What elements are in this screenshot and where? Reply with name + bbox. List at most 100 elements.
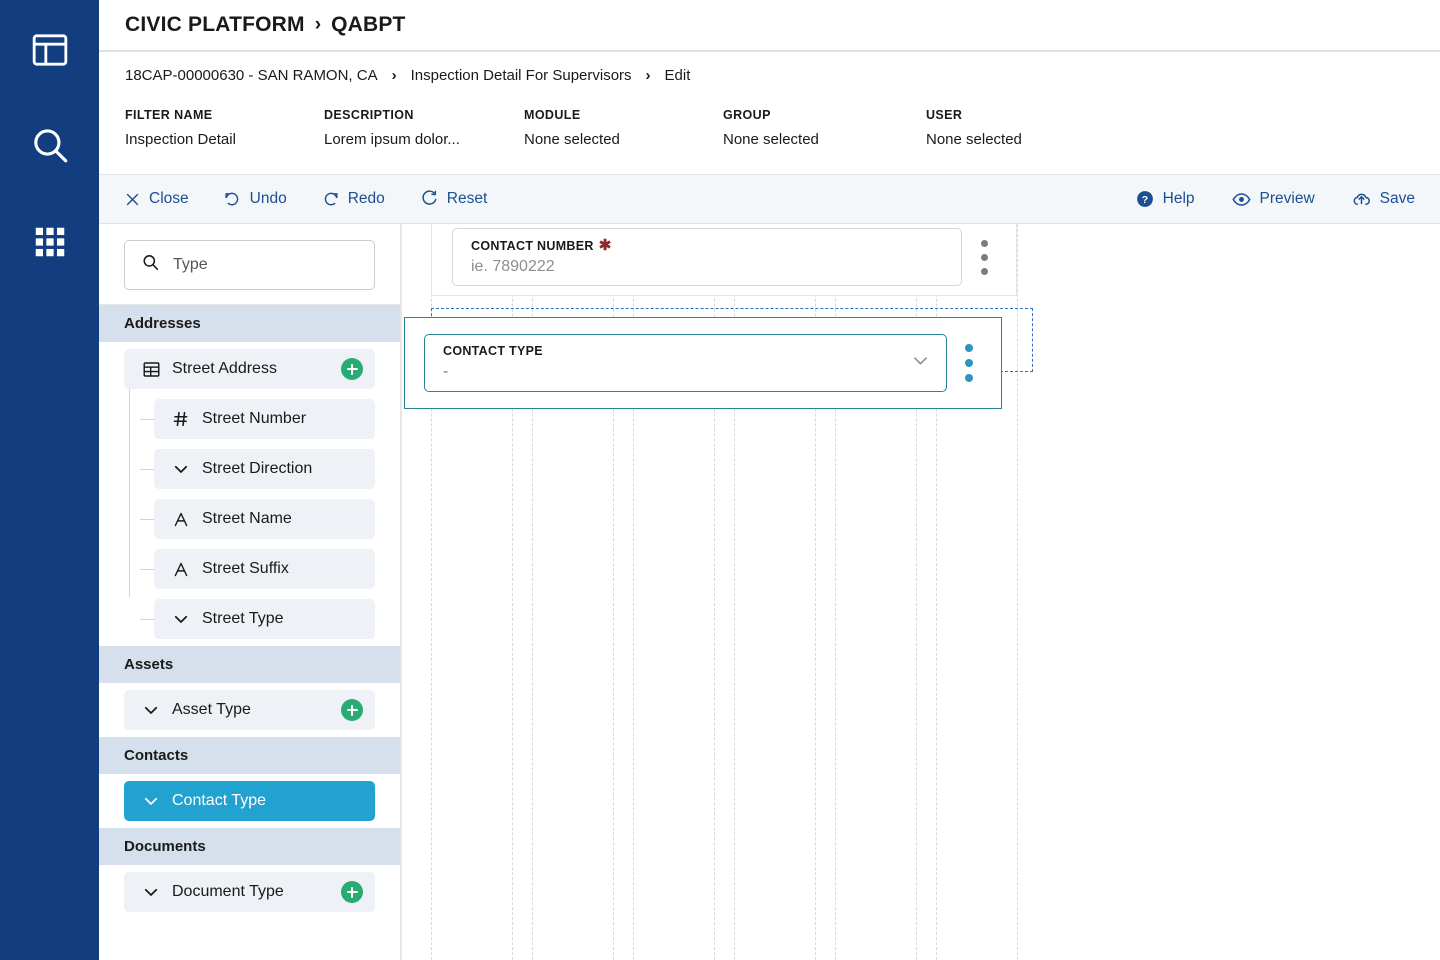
text-a-icon	[170, 510, 192, 529]
reset-button[interactable]: Reset	[420, 190, 488, 208]
grid-line	[1017, 224, 1018, 960]
tree-connector-line	[140, 569, 154, 570]
help-circle-icon: ?	[1136, 190, 1154, 208]
meta-label: DESCRIPTION	[324, 108, 414, 122]
kebab-menu-icon[interactable]	[947, 344, 991, 382]
app-name: CIVIC PLATFORM	[125, 13, 305, 36]
hash-icon	[170, 410, 192, 428]
palette-section-addresses: Street Address Street Number Street Dire…	[99, 342, 400, 646]
contact-number-input-wrap[interactable]: CONTACT NUMBER ✱ ie. 7890222	[452, 228, 962, 286]
chevron-down-icon	[140, 883, 162, 901]
breadcrumb-separator-icon: ›	[391, 66, 397, 84]
dashboard-icon[interactable]	[27, 27, 73, 73]
add-field-button[interactable]	[341, 699, 363, 721]
app-title-bar: CIVIC PLATFORM › QABPT	[99, 0, 1440, 52]
meta-group: GROUP None selected	[723, 108, 926, 148]
chevron-down-icon	[140, 792, 162, 810]
palette-item-street-name[interactable]: Street Name	[140, 499, 375, 539]
palette-item-street-number[interactable]: Street Number	[140, 399, 375, 439]
palette-item-street-suffix[interactable]: Street Suffix	[140, 549, 375, 589]
tenant-name: QABPT	[331, 13, 406, 36]
toolbar-right-group: ? Help Preview Save	[1136, 190, 1415, 209]
meta-label: FILTER NAME	[125, 108, 213, 122]
contact-number-placeholder: ie. 7890222	[471, 258, 555, 275]
breadcrumb-item-record[interactable]: 18CAP-00000630 - SAN RAMON, CA	[125, 67, 378, 84]
meta-label: MODULE	[524, 108, 581, 122]
field-palette-panel: Addresses	[99, 224, 402, 960]
search-input[interactable]	[173, 256, 380, 274]
palette-item-contact-type[interactable]: Contact Type	[124, 781, 375, 821]
palette-item-street-direction[interactable]: Street Direction	[140, 449, 375, 489]
redo-icon	[322, 191, 339, 208]
chevron-down-icon[interactable]	[911, 351, 930, 375]
breadcrumb-item-edit: Edit	[664, 66, 691, 84]
palette-item-label: Street Suffix	[202, 560, 289, 577]
palette-section-assets: Asset Type	[99, 683, 400, 737]
app-root: CIVIC PLATFORM › QABPT 18CAP-00000630 - …	[0, 0, 1440, 960]
breadcrumb-item-filter[interactable]: Inspection Detail For Supervisors	[411, 67, 632, 84]
undo-button[interactable]: Undo	[224, 190, 287, 208]
kebab-menu-icon[interactable]	[962, 239, 1006, 275]
dot	[965, 344, 973, 352]
palette-section-contacts: Contact Type	[99, 774, 400, 828]
add-field-button[interactable]	[341, 358, 363, 380]
palette-section-header-assets: Assets	[99, 646, 400, 683]
editor-body: Addresses	[99, 224, 1440, 960]
palette-section-header-documents: Documents	[99, 828, 400, 865]
help-button[interactable]: ? Help	[1136, 190, 1195, 208]
undo-icon	[224, 191, 241, 208]
form-field-contact-number[interactable]: CONTACT NUMBER ✱ ie. 7890222	[431, 224, 1017, 296]
form-canvas[interactable]: CONTACT NUMBER ✱ ie. 7890222 CONTACT TYP…	[402, 224, 1440, 960]
close-icon	[125, 192, 140, 207]
preview-button[interactable]: Preview	[1231, 190, 1315, 209]
palette-section-header-addresses: Addresses	[99, 305, 400, 342]
meta-user: USER None selected	[926, 108, 1126, 148]
contact-type-select-wrap[interactable]: CONTACT TYPE -	[424, 334, 947, 392]
meta-filter-name: FILTER NAME Inspection Detail	[125, 108, 324, 148]
palette-section-header-contacts: Contacts	[99, 737, 400, 774]
reset-icon	[420, 190, 438, 208]
save-button[interactable]: Save	[1352, 190, 1415, 209]
dot	[965, 374, 973, 382]
palette-scroll-area[interactable]: Addresses Street Address Street Number S…	[99, 304, 400, 960]
dot	[980, 267, 988, 275]
meta-value: None selected	[723, 131, 819, 148]
palette-item-label: Street Address	[172, 360, 277, 377]
tree-connector-line	[140, 519, 154, 520]
tree-connector-line	[140, 619, 154, 620]
dot	[980, 253, 988, 261]
toolbar-left-group: Close Undo Redo Reset	[125, 190, 487, 208]
filter-meta-row: FILTER NAME Inspection Detail DESCRIPTIO…	[99, 98, 1440, 174]
search-box[interactable]	[124, 240, 380, 290]
field-label: CONTACT NUMBER ✱	[471, 238, 947, 253]
search-icon[interactable]	[27, 123, 73, 169]
field-label: CONTACT TYPE	[443, 344, 932, 358]
redo-button[interactable]: Redo	[322, 190, 385, 208]
contact-type-label: CONTACT TYPE	[443, 344, 543, 358]
close-button[interactable]: Close	[125, 190, 189, 208]
undo-button-label: Undo	[249, 190, 287, 207]
palette-search-wrap	[99, 224, 400, 304]
close-button-label: Close	[149, 190, 189, 207]
tree-connector-line	[140, 419, 154, 420]
palette-item-label: Document Type	[172, 883, 284, 900]
palette-item-asset-type[interactable]: Asset Type	[124, 690, 375, 730]
tree-connector-line	[140, 469, 154, 470]
palette-item-label: Contact Type	[172, 792, 266, 809]
palette-item-street-address[interactable]: Street Address	[124, 349, 375, 389]
palette-item-label: Street Number	[202, 410, 307, 427]
title-separator-icon: ›	[314, 14, 322, 35]
form-field-contact-type[interactable]: CONTACT TYPE -	[404, 317, 1002, 409]
dot	[980, 239, 988, 247]
reset-button-label: Reset	[446, 190, 488, 207]
apps-grid-icon[interactable]	[27, 219, 73, 265]
palette-item-label: Street Direction	[202, 460, 313, 477]
breadcrumb: 18CAP-00000630 - SAN RAMON, CA › Inspect…	[99, 52, 1440, 98]
palette-item-document-type[interactable]: Document Type	[124, 872, 375, 912]
meta-label: USER	[926, 108, 963, 122]
add-field-button[interactable]	[341, 881, 363, 903]
palette-item-street-type[interactable]: Street Type	[140, 599, 375, 639]
help-button-label: Help	[1162, 190, 1195, 207]
chevron-down-icon	[170, 610, 192, 628]
field-card[interactable]: CONTACT NUMBER ✱ ie. 7890222	[431, 224, 1017, 296]
